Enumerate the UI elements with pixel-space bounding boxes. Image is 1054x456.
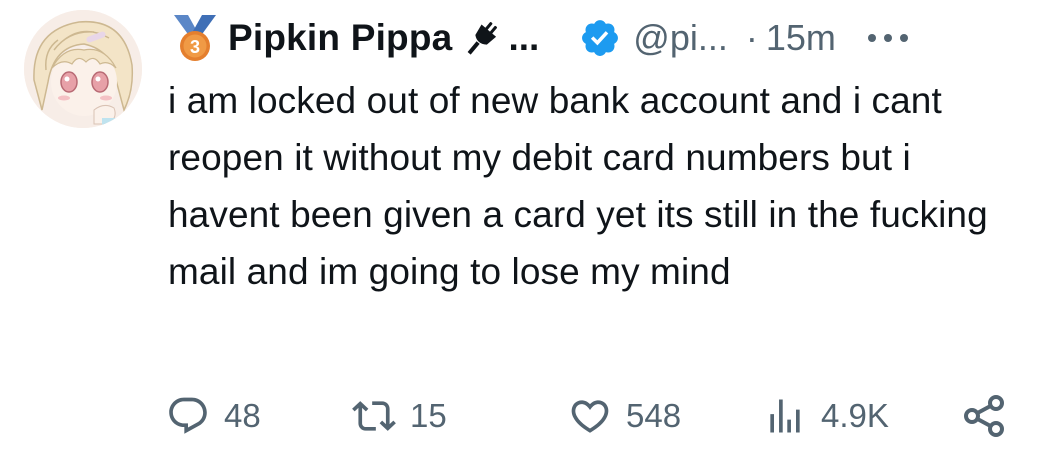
timestamp[interactable]: 15m xyxy=(766,17,836,59)
avatar-image xyxy=(24,10,142,128)
repost-button[interactable]: 15 xyxy=(352,390,447,442)
display-name[interactable]: Pipkin Pippa xyxy=(228,17,452,59)
plug-icon xyxy=(468,22,498,55)
action-bar: 48 15 548 4.9K xyxy=(0,390,1054,442)
views-button[interactable]: 4.9K xyxy=(763,390,889,442)
reply-count: 48 xyxy=(224,397,261,434)
avatar[interactable] xyxy=(24,10,142,128)
name-overflow-ellipsis: ... xyxy=(508,17,540,58)
verified-check-icon[interactable] xyxy=(579,17,621,59)
share-button[interactable] xyxy=(962,390,1008,442)
repost-count: 15 xyxy=(410,397,447,434)
repost-icon xyxy=(352,401,396,431)
tweet-text: i am locked out of new bank account and … xyxy=(168,80,988,292)
user-handle[interactable]: @pi... xyxy=(633,17,728,59)
share-icon xyxy=(964,395,1004,437)
badge-number: 3 xyxy=(190,37,200,57)
tweet[interactable]: 3 Pipkin Pippa ... @pi... · 15m i am loc… xyxy=(0,0,1054,456)
views-count: 4.9K xyxy=(821,397,889,434)
separator-dot: · xyxy=(745,17,758,58)
reply-button[interactable]: 48 xyxy=(166,390,261,442)
medal-icon: 3 xyxy=(174,15,216,61)
like-button[interactable]: 548 xyxy=(568,390,681,442)
reply-icon xyxy=(169,397,207,434)
tweet-header: 3 Pipkin Pippa ... @pi... · 15m xyxy=(168,8,1024,68)
like-count: 548 xyxy=(626,397,682,434)
heart-icon xyxy=(571,400,609,433)
analytics-bars-icon xyxy=(770,399,800,433)
more-dots-icon[interactable] xyxy=(866,31,910,45)
